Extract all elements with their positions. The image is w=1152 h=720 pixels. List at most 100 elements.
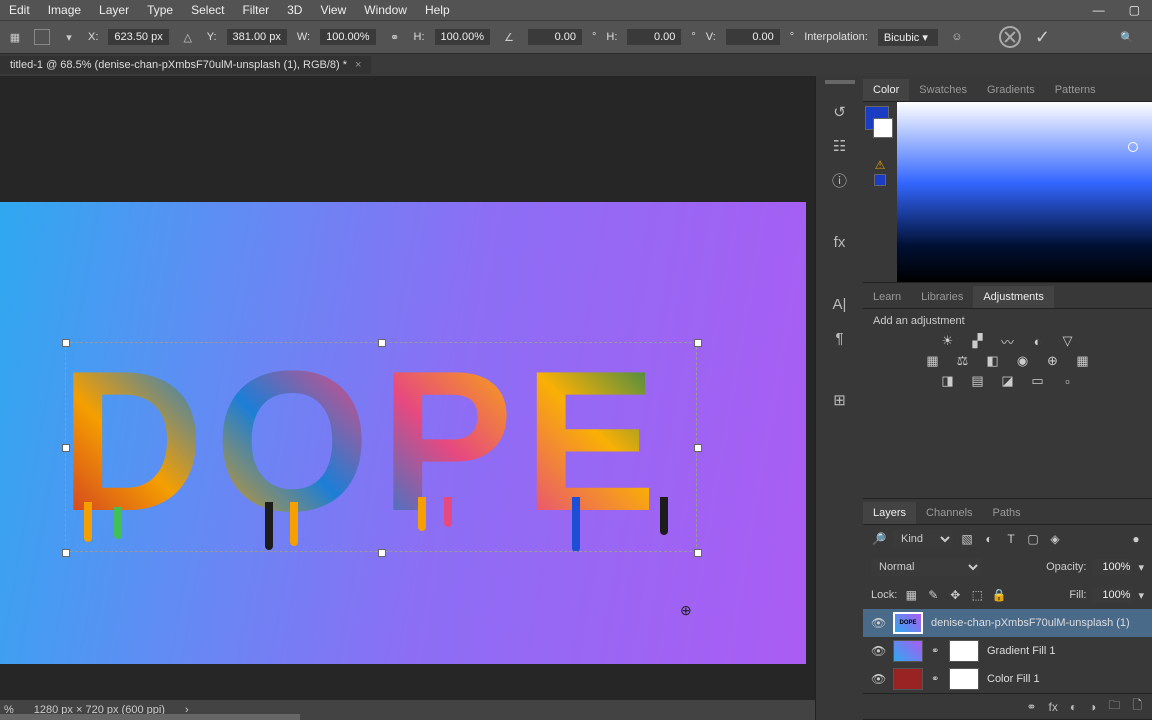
filter-toggle-icon[interactable]: ● <box>1128 531 1144 547</box>
exposure-icon[interactable]: ◐ <box>1028 333 1048 349</box>
maximize-icon[interactable]: ▢ <box>1123 3 1146 17</box>
transform-handle[interactable] <box>694 339 702 347</box>
adjustment-layer-icon[interactable]: ◑ <box>1089 700 1096 714</box>
menu-image[interactable]: Image <box>39 3 90 17</box>
tab-layers[interactable]: Layers <box>863 502 916 524</box>
transform-handle[interactable] <box>62 339 70 347</box>
opacity-arrow-icon[interactable]: ▾ <box>1138 561 1144 574</box>
curves-icon[interactable]: 〰 <box>998 333 1018 349</box>
lock-artboard-icon[interactable]: ⬚ <box>969 587 985 603</box>
close-tab-icon[interactable]: × <box>355 59 361 71</box>
layer-thumbnail[interactable] <box>893 668 923 690</box>
tab-channels[interactable]: Channels <box>916 502 982 524</box>
interp-select[interactable]: Bicubic ▾ <box>878 29 938 46</box>
bw-icon[interactable]: ◧ <box>983 353 1003 369</box>
visibility-icon[interactable]: 👁 <box>871 616 885 630</box>
document-tab[interactable]: titled-1 @ 68.5% (denise-chan-pXmbsF70ul… <box>0 56 371 74</box>
character-icon[interactable]: A| <box>828 294 852 314</box>
w-field[interactable]: 100.00% <box>320 29 375 45</box>
filter-kind-select[interactable]: Kind <box>893 530 953 548</box>
minimize-icon[interactable]: — <box>1087 3 1111 17</box>
reference-point-icon[interactable] <box>34 29 50 45</box>
layer-row[interactable]: 👁 ⚭ Color Fill 1 <box>863 665 1152 693</box>
link-wh-icon[interactable]: ⚭ <box>386 28 404 46</box>
gradientmap-icon[interactable]: ▭ <box>1028 373 1048 389</box>
color-pick-indicator[interactable] <box>1128 142 1138 152</box>
filter-shape-icon[interactable]: ▢ <box>1025 531 1041 547</box>
transform-box[interactable] <box>65 342 697 552</box>
filter-pixel-icon[interactable]: ▧ <box>959 531 975 547</box>
properties-icon[interactable]: ☷ <box>828 136 852 156</box>
photo-filter-icon[interactable]: ◉ <box>1013 353 1033 369</box>
tab-paths[interactable]: Paths <box>983 502 1031 524</box>
menu-type[interactable]: Type <box>138 3 182 17</box>
hue-icon[interactable]: ▦ <box>923 353 943 369</box>
person-icon[interactable]: ☺ <box>948 28 966 46</box>
transform-handle[interactable] <box>694 444 702 452</box>
menu-help[interactable]: Help <box>416 3 459 17</box>
tab-gradients[interactable]: Gradients <box>977 79 1045 101</box>
opacity-field[interactable] <box>1092 559 1132 575</box>
selectivecolor-icon[interactable]: ▫ <box>1058 373 1078 389</box>
transform-handle[interactable] <box>378 549 386 557</box>
delta-icon[interactable]: △ <box>179 28 197 46</box>
fill-arrow-icon[interactable]: ▾ <box>1138 589 1144 602</box>
mask-thumbnail[interactable] <box>949 640 979 662</box>
channelmixer-icon[interactable]: ⊕ <box>1043 353 1063 369</box>
menu-select[interactable]: Select <box>182 3 233 17</box>
transform-handle[interactable] <box>694 549 702 557</box>
lock-all-icon[interactable]: 🔒 <box>991 587 1007 603</box>
fill-field[interactable] <box>1092 587 1132 603</box>
transform-handle[interactable] <box>62 549 70 557</box>
mask-link-icon[interactable]: ⚭ <box>931 646 941 657</box>
gamut-warning-icon[interactable]: ⚠ <box>875 158 886 172</box>
skew-h-field[interactable]: 0.00 <box>627 29 681 45</box>
tab-patterns[interactable]: Patterns <box>1045 79 1106 101</box>
glyphs-icon[interactable]: ⊞ <box>828 390 852 410</box>
styles-icon[interactable]: fx <box>828 232 852 252</box>
colorbalance-icon[interactable]: ⚖ <box>953 353 973 369</box>
group-icon[interactable]: 🗀 <box>1108 696 1120 717</box>
layer-row[interactable]: 👁 ⚭ Gradient Fill 1 <box>863 637 1152 665</box>
menu-edit[interactable]: Edit <box>0 3 39 17</box>
layer-thumbnail[interactable] <box>893 640 923 662</box>
blend-mode-select[interactable]: Normal <box>871 558 981 576</box>
menu-view[interactable]: View <box>311 3 355 17</box>
menu-window[interactable]: Window <box>355 3 416 17</box>
tab-color[interactable]: Color <box>863 79 909 101</box>
rotate-field[interactable]: 0.00 <box>528 29 582 45</box>
search-icon[interactable]: 🔍 <box>1118 28 1136 46</box>
link-layers-icon[interactable]: ⚭ <box>1026 700 1036 714</box>
h-field[interactable]: 100.00% <box>435 29 490 45</box>
filter-type-icon[interactable]: T <box>1003 531 1019 547</box>
layer-row[interactable]: 👁 DOPE denise-chan-pXmbsF70ulM-unsplash … <box>863 609 1152 637</box>
layer-name[interactable]: Gradient Fill 1 <box>987 645 1055 657</box>
lock-transparent-icon[interactable]: ▦ <box>903 587 919 603</box>
tab-learn[interactable]: Learn <box>863 286 911 308</box>
tab-libraries[interactable]: Libraries <box>911 286 973 308</box>
background-swatch[interactable] <box>873 118 893 138</box>
transform-handle[interactable] <box>62 444 70 452</box>
mask-link-icon[interactable]: ⚭ <box>931 674 941 685</box>
lock-position-icon[interactable]: ✥ <box>947 587 963 603</box>
tab-adjustments[interactable]: Adjustments <box>973 286 1054 308</box>
menu-filter[interactable]: Filter <box>233 3 278 17</box>
visibility-icon[interactable]: 👁 <box>871 672 885 686</box>
colorlookup-icon[interactable]: ▦ <box>1073 353 1093 369</box>
checkerboard-icon[interactable]: ▦ <box>6 28 24 46</box>
tab-swatches[interactable]: Swatches <box>909 79 977 101</box>
layer-name[interactable]: Color Fill 1 <box>987 673 1040 685</box>
mask-icon[interactable]: ◐ <box>1070 700 1077 714</box>
canvas-area[interactable]: DOPE ⊕ <box>0 76 815 720</box>
new-layer-icon[interactable]: 🗋 <box>1132 696 1142 717</box>
paragraph-icon[interactable]: ¶ <box>828 328 852 348</box>
menu-layer[interactable]: Layer <box>90 3 138 17</box>
visibility-icon[interactable]: 👁 <box>871 644 885 658</box>
posterize-icon[interactable]: ▤ <box>968 373 988 389</box>
layer-name[interactable]: denise-chan-pXmbsF70ulM-unsplash (1) <box>931 617 1130 629</box>
skew-v-field[interactable]: 0.00 <box>726 29 780 45</box>
commit-transform-icon[interactable]: ✓ <box>1035 27 1050 48</box>
brightness-icon[interactable]: ☀ <box>938 333 958 349</box>
info-icon[interactable]: ⓘ <box>828 170 852 190</box>
filter-adjust-icon[interactable]: ◐ <box>981 531 997 547</box>
